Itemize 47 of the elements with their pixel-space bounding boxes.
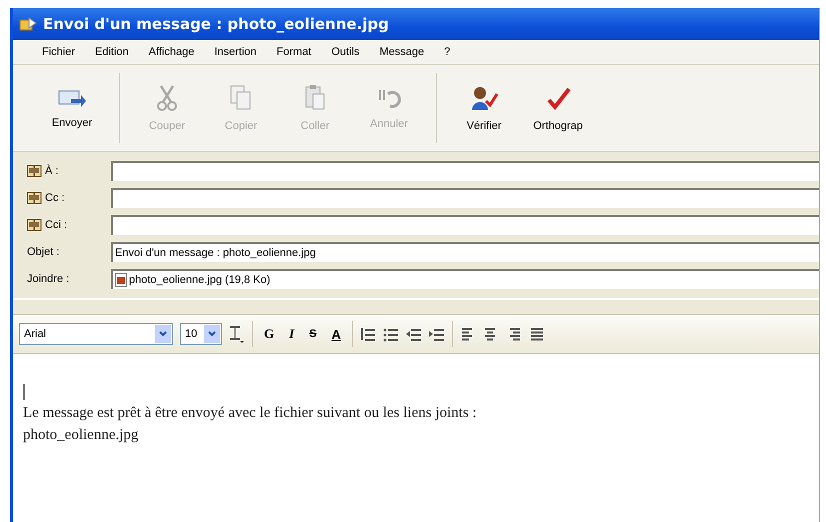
menu-item[interactable]: Fichier bbox=[39, 44, 78, 60]
increase-indent-icon[interactable] bbox=[428, 326, 445, 342]
address-field[interactable] bbox=[111, 215, 819, 235]
paragraph-style-icon[interactable] bbox=[229, 325, 245, 343]
toolbar-button[interactable]: Orthograp bbox=[521, 65, 595, 151]
address-field[interactable] bbox=[111, 188, 819, 208]
decrease-indent-icon[interactable] bbox=[406, 326, 422, 342]
format-button[interactable]: I bbox=[285, 326, 298, 342]
address-book-icon[interactable] bbox=[27, 192, 42, 204]
format-button[interactable]: S bbox=[305, 328, 321, 340]
field-label: Cci : bbox=[45, 219, 67, 231]
menu-item[interactable]: Format bbox=[274, 44, 314, 60]
menu-item[interactable]: Message bbox=[376, 44, 428, 60]
size-dropdown[interactable]: 10 bbox=[180, 323, 222, 345]
menu-item[interactable]: Insertion bbox=[211, 44, 260, 60]
image-file-icon bbox=[115, 273, 127, 287]
person-check-icon bbox=[469, 84, 499, 112]
justify-icon[interactable] bbox=[528, 326, 545, 342]
body-text: Le message est prêt à être envoyé avec le fichier suivant ou les liens joints : bbox=[23, 404, 478, 423]
attachment-field[interactable]: photo_eolienne.jpg (19,8 Ko) bbox=[111, 269, 819, 289]
field-label: À : bbox=[45, 165, 58, 177]
toolbar-button[interactable]: Vérifier bbox=[447, 65, 521, 151]
scissors-icon bbox=[155, 84, 179, 112]
address-field[interactable] bbox=[111, 161, 819, 181]
subject-field[interactable]: Envoi d'un message : photo_eolienne.jpg bbox=[111, 242, 819, 262]
toolbar-button[interactable]: Envoyer bbox=[35, 65, 109, 151]
chevron-down-icon bbox=[159, 331, 167, 337]
menu-item[interactable]: Outils bbox=[328, 44, 362, 60]
numbered-list-icon[interactable] bbox=[360, 326, 376, 342]
menu-item[interactable]: Edition bbox=[92, 44, 132, 60]
body-text: photo_eolienne.jpg bbox=[23, 426, 140, 445]
field-label: Objet : bbox=[27, 246, 60, 258]
window-title: Envoi d'un message : photo_eolienne.jpg bbox=[43, 15, 389, 33]
message-body[interactable]: Le message est prêt à être envoyé avec le fichier suivant ou les liens joints : photo_eolienne.jpg bbox=[13, 354, 819, 522]
menu-item[interactable]: ? bbox=[441, 44, 454, 60]
clipboard-icon bbox=[303, 84, 327, 112]
chevron-down-icon bbox=[208, 331, 216, 337]
address-book-icon[interactable] bbox=[27, 165, 42, 177]
field-label: Cc : bbox=[45, 192, 65, 204]
format-button[interactable]: A bbox=[328, 326, 345, 342]
bullet-list-icon[interactable] bbox=[382, 326, 399, 342]
field-label: Joindre : bbox=[27, 273, 70, 285]
copy-icon bbox=[229, 84, 253, 112]
format-button[interactable]: G bbox=[260, 326, 278, 342]
menu-item[interactable]: Affichage bbox=[146, 44, 198, 60]
font-dropdown[interactable]: Arial bbox=[19, 323, 173, 345]
address-book-icon[interactable] bbox=[27, 219, 42, 231]
